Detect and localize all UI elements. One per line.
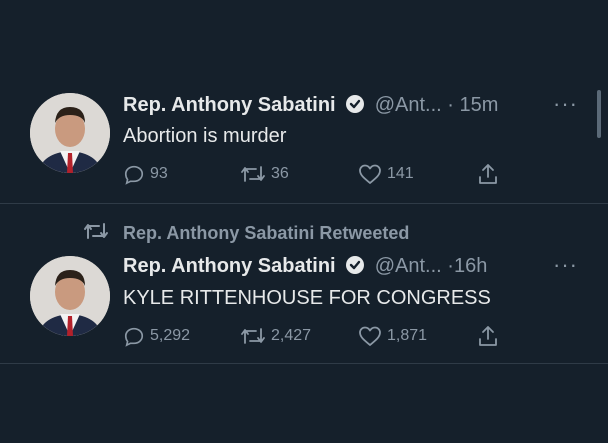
retweet-count: 36: [271, 165, 289, 182]
verified-badge-icon: [345, 255, 365, 281]
more-icon[interactable]: ···: [553, 254, 578, 276]
reply-count: 5,292: [150, 327, 191, 344]
share-icon: [476, 162, 500, 186]
tweet-divider: [0, 363, 608, 364]
tweet-header: Rep. Anthony Sabatini @Ant... ·16h: [123, 254, 487, 281]
author-name[interactable]: Rep. Anthony Sabatini: [123, 255, 336, 277]
reply-icon: [123, 325, 145, 347]
avatar[interactable]: [30, 256, 110, 336]
share-icon: [476, 324, 500, 348]
reply-button[interactable]: 5,292: [123, 325, 190, 347]
like-count: 141: [387, 165, 414, 182]
tweet-header: Rep. Anthony Sabatini @Ant... · 15m: [123, 93, 498, 120]
author-handle[interactable]: @Ant...: [375, 255, 442, 277]
retweet-context-label: Rep. Anthony Sabatini Retweeted: [123, 223, 410, 243]
tweet-text: Abortion is murder: [123, 125, 287, 147]
author-name[interactable]: Rep. Anthony Sabatini: [123, 94, 336, 116]
retweet-icon: [83, 220, 109, 247]
more-icon[interactable]: ···: [553, 93, 578, 115]
tweet-divider: [0, 203, 608, 204]
like-count: 1,871: [387, 327, 428, 344]
avatar[interactable]: [30, 93, 110, 173]
retweet-button[interactable]: 36: [240, 163, 289, 185]
tweet-time[interactable]: ·16h: [447, 255, 487, 277]
reply-count: 93: [150, 165, 168, 182]
like-icon: [358, 325, 382, 347]
tweet-time[interactable]: · 15m: [447, 94, 498, 116]
retweet-context[interactable]: Rep. Anthony Sabatini Retweeted: [83, 220, 409, 247]
retweet-icon: [240, 163, 266, 185]
like-button[interactable]: 141: [358, 163, 414, 185]
retweet-count: 2,427: [271, 327, 312, 344]
like-icon: [358, 163, 382, 185]
like-button[interactable]: 1,871: [358, 325, 427, 347]
reply-button[interactable]: 93: [123, 163, 168, 185]
tweet-text: KYLE RITTENHOUSE FOR CONGRESS: [123, 287, 491, 309]
verified-badge-icon: [345, 94, 365, 120]
share-button[interactable]: [476, 162, 500, 186]
reply-icon: [123, 163, 145, 185]
author-handle[interactable]: @Ant...: [375, 94, 442, 116]
retweet-icon: [240, 325, 266, 347]
share-button[interactable]: [476, 324, 500, 348]
retweet-button[interactable]: 2,427: [240, 325, 311, 347]
scrollbar[interactable]: [597, 90, 601, 138]
